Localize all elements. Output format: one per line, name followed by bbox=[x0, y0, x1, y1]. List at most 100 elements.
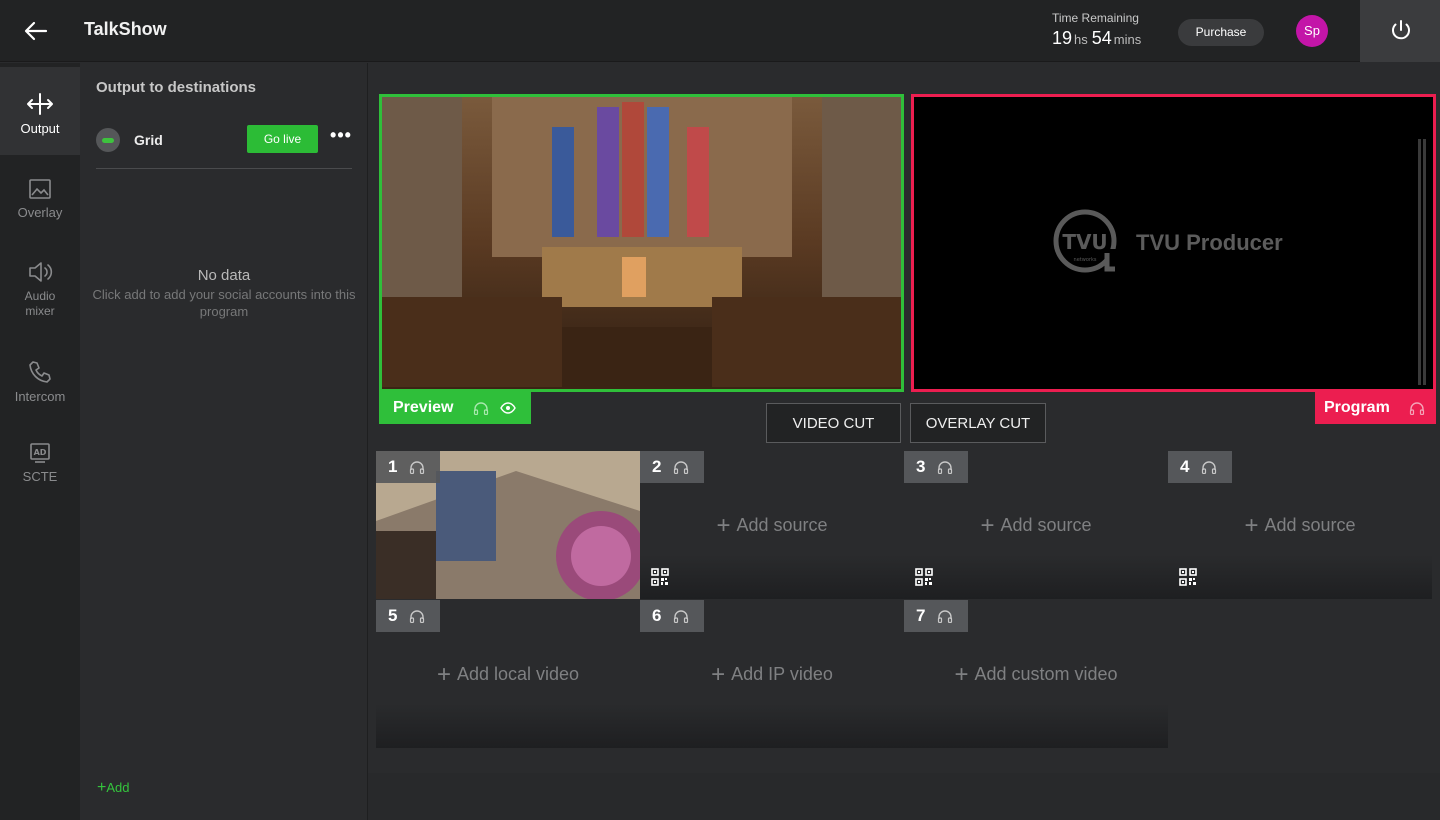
add-source-button[interactable]: + Add source bbox=[640, 512, 904, 540]
source-tile-3[interactable]: 3 + Add source bbox=[904, 451, 1168, 599]
source-tile-4[interactable]: 4 + Add source bbox=[1168, 451, 1432, 599]
destination-name: Grid bbox=[134, 132, 163, 148]
headphones-icon[interactable] bbox=[673, 609, 689, 623]
add-source-label: Add source bbox=[1000, 515, 1092, 535]
grid-platform-icon bbox=[96, 128, 120, 152]
program-logo-text: TVU Producer bbox=[1136, 230, 1283, 255]
go-live-button[interactable]: Go live bbox=[247, 125, 318, 153]
top-bar: TalkShow Time Remaining 19 hs 54 mins Purch… bbox=[0, 0, 1440, 62]
nav-output[interactable]: Output bbox=[0, 67, 80, 155]
program-label-text: Program bbox=[1324, 399, 1390, 416]
tvu-logo-mark: TVU bbox=[1062, 230, 1107, 254]
headphones-icon[interactable] bbox=[673, 460, 689, 474]
preview-label: Preview bbox=[379, 392, 531, 424]
headphones-icon[interactable] bbox=[409, 609, 425, 623]
add-ip-video-button[interactable]: + Add IP video bbox=[640, 661, 904, 689]
source-number-badge: 5 bbox=[376, 600, 440, 632]
minutes-unit: mins bbox=[1113, 32, 1142, 47]
add-label: Add bbox=[106, 780, 130, 795]
source-number: 4 bbox=[1180, 457, 1190, 476]
purchase-button[interactable]: Purchase bbox=[1178, 19, 1264, 46]
headphones-icon[interactable] bbox=[1201, 460, 1217, 474]
time-remaining-value: 19 hs 54 mins bbox=[1052, 28, 1145, 49]
add-source-button[interactable]: + Add source bbox=[1168, 512, 1432, 540]
power-button[interactable] bbox=[1360, 0, 1440, 62]
headphones-icon[interactable] bbox=[937, 460, 953, 474]
add-source-label: Add source bbox=[736, 515, 828, 535]
plus-icon: + bbox=[97, 779, 107, 796]
time-remaining-label: Time Remaining bbox=[1052, 11, 1139, 25]
avatar[interactable]: Sp bbox=[1296, 15, 1328, 47]
source-number-badge: 1 bbox=[376, 451, 440, 483]
back-arrow-icon[interactable] bbox=[22, 17, 50, 45]
left-nav: Output Overlay Audio mixer Intercom AD S… bbox=[0, 63, 80, 820]
empty-state: No data Click add to add your social acc… bbox=[80, 267, 368, 320]
nav-scte[interactable]: AD SCTE bbox=[0, 437, 80, 497]
add-source-button[interactable]: + Add source bbox=[904, 512, 1168, 540]
add-local-video-button[interactable]: + Add local video bbox=[376, 661, 640, 689]
nav-audio-mixer-label: Audio mixer bbox=[24, 289, 56, 318]
output-icon bbox=[27, 93, 53, 115]
panel-title: Output to destinations bbox=[96, 79, 256, 96]
svg-text:AD: AD bbox=[34, 448, 47, 457]
overlay-cut-button[interactable]: OVERLAY CUT bbox=[910, 403, 1046, 443]
source-tile-6[interactable]: 6 + Add IP video bbox=[640, 600, 904, 748]
plus-icon: + bbox=[711, 661, 726, 688]
phone-icon bbox=[29, 361, 51, 383]
source-number: 5 bbox=[388, 606, 398, 625]
tvu-logo-icon: TVU networks bbox=[1053, 209, 1117, 273]
program-monitor[interactable]: TVU networks TVU Producer bbox=[911, 94, 1436, 392]
plus-icon: + bbox=[436, 661, 451, 688]
nav-output-label: Output bbox=[20, 121, 60, 136]
headphones-icon[interactable] bbox=[409, 460, 425, 474]
source-number: 3 bbox=[916, 457, 926, 476]
qr-code-icon[interactable] bbox=[1179, 568, 1197, 586]
headphones-icon[interactable] bbox=[937, 609, 953, 623]
source-tile-5[interactable]: 5 + Add local video bbox=[376, 600, 640, 748]
no-data-hint: Click add to add your social accounts in… bbox=[92, 287, 356, 319]
plus-icon: + bbox=[954, 661, 969, 688]
nav-intercom-label: Intercom bbox=[14, 389, 66, 404]
minutes-value: 54 bbox=[1091, 28, 1112, 48]
plus-icon: + bbox=[980, 512, 995, 539]
nav-overlay-label: Overlay bbox=[17, 205, 63, 220]
qr-code-icon[interactable] bbox=[651, 568, 669, 586]
source-number-badge: 4 bbox=[1168, 451, 1232, 483]
preview-video-image bbox=[382, 97, 901, 389]
preview-label-text: Preview bbox=[393, 399, 454, 416]
plus-icon: + bbox=[716, 512, 731, 539]
headphones-icon[interactable] bbox=[473, 401, 489, 415]
source-number: 2 bbox=[652, 457, 662, 476]
source-number-badge: 6 bbox=[640, 600, 704, 632]
ad-icon: AD bbox=[30, 443, 50, 463]
source-number-badge: 2 bbox=[640, 451, 704, 483]
add-ip-video-label: Add IP video bbox=[731, 664, 833, 684]
add-custom-video-button[interactable]: + Add custom video bbox=[904, 661, 1168, 689]
power-icon bbox=[1392, 20, 1410, 40]
add-local-video-label: Add local video bbox=[456, 664, 580, 684]
preview-monitor[interactable] bbox=[379, 94, 904, 392]
destination-row: Grid Go live ••• bbox=[96, 125, 352, 169]
plus-icon: + bbox=[1244, 512, 1259, 539]
source-tile-2[interactable]: 2 + Add source bbox=[640, 451, 904, 599]
source-tile-1[interactable]: 1 bbox=[376, 451, 640, 599]
destinations-panel: Output to destinations Grid Go live ••• … bbox=[80, 63, 368, 820]
qr-code-icon[interactable] bbox=[915, 568, 933, 586]
add-custom-video-label: Add custom video bbox=[974, 664, 1118, 684]
video-cut-button[interactable]: VIDEO CUT bbox=[766, 403, 901, 443]
image-icon bbox=[29, 179, 51, 199]
headphones-icon[interactable] bbox=[1409, 401, 1425, 415]
hours-unit: hs bbox=[1074, 32, 1088, 47]
nav-audio-mixer[interactable]: Audio mixer bbox=[0, 253, 80, 333]
audio-level-meter bbox=[1418, 139, 1426, 385]
nav-overlay[interactable]: Overlay bbox=[0, 167, 80, 237]
nav-scte-label: SCTE bbox=[22, 469, 58, 484]
source-tile-7[interactable]: 7 + Add custom video bbox=[904, 600, 1168, 748]
speaker-icon bbox=[29, 262, 53, 282]
more-options-icon[interactable]: ••• bbox=[330, 126, 352, 149]
add-source-label: Add source bbox=[1264, 515, 1356, 535]
eye-icon[interactable] bbox=[500, 402, 516, 414]
nav-intercom[interactable]: Intercom bbox=[0, 355, 80, 415]
add-destination-button[interactable]: +Add bbox=[97, 779, 129, 797]
footer-strip bbox=[368, 773, 1440, 820]
